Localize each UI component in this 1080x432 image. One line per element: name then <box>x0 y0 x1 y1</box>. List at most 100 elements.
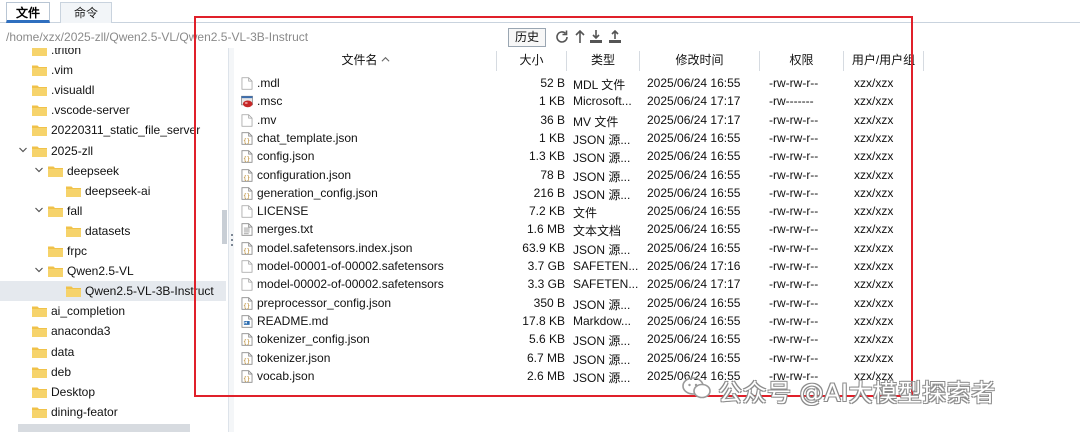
tree-item[interactable]: 2025-zll <box>0 141 226 161</box>
column-header[interactable]: 大小 <box>497 51 567 71</box>
file-row[interactable]: .mdl 52 B MDL 文件 2025/06/24 16:55 -rw-rw-r--… <box>235 74 925 92</box>
tree-item[interactable]: ai_completion <box>0 301 226 321</box>
tree-item[interactable]: data <box>0 342 226 362</box>
upload-icon[interactable] <box>607 29 623 45</box>
file-row[interactable]: model-00002-of-00002.safetensors 3.3 GB SA… <box>235 275 925 293</box>
json-file-icon: {} <box>241 351 253 365</box>
tree-item[interactable]: deb <box>0 362 226 382</box>
tree-item[interactable]: .triton <box>0 48 226 60</box>
file-size-cell: 3.7 GB <box>527 259 565 273</box>
file-row[interactable]: {} preprocessor_config.json 350 B JSON 源...… <box>235 294 925 312</box>
blank-file-icon <box>241 278 253 291</box>
file-name-cell: configuration.json <box>257 167 352 182</box>
file-row[interactable]: {} config.json 1.3 KB JSON 源... 2025/06/24 1… <box>235 147 925 165</box>
tab-commands[interactable]: 命令 <box>60 2 112 23</box>
file-row[interactable]: {} generation_config.json 216 B JSON 源... 20… <box>235 184 925 202</box>
tree-item-label: data <box>51 344 75 359</box>
path-input[interactable]: /home/xzx/2025-zll/Qwen2.5-VL/Qwen2.5-VL… <box>6 30 308 44</box>
wechat-logo-icon <box>682 377 711 399</box>
tree-item[interactable]: datasets <box>0 221 226 241</box>
file-row[interactable]: {} chat_template.json 1 KB JSON 源... 2025/06… <box>235 129 925 147</box>
file-row[interactable]: {} configuration.json 78 B JSON 源... 2025/06… <box>235 166 925 184</box>
pane-splitter[interactable] <box>228 48 234 432</box>
tree-item[interactable]: Desktop <box>0 382 226 402</box>
chevron-down-icon[interactable] <box>34 205 44 215</box>
file-size-cell: 1 KB <box>538 130 565 145</box>
column-header[interactable]: 用户/用户组 <box>844 51 924 71</box>
chevron-down-icon[interactable] <box>18 145 28 155</box>
file-perm-cell: -rw-rw-r-- <box>769 112 819 127</box>
file-row[interactable]: {} tokenizer.json 6.7 MB JSON 源... 2025/06/2… <box>235 349 925 367</box>
tree-item-label: deepseek-ai <box>85 183 151 198</box>
file-row[interactable]: .msc 1 KB Microsoft... 2025/06/24 17:17 -rw-… <box>235 92 925 110</box>
file-name-cell: config.json <box>257 149 315 164</box>
folder-icon <box>32 387 47 398</box>
file-type-cell: SAFETEN... <box>573 277 638 292</box>
file-owner-cell: xzx/xzx <box>854 149 894 164</box>
column-header[interactable]: 权限 <box>760 51 844 71</box>
file-perm-cell: -rw-rw-r-- <box>769 204 819 219</box>
svg-text:{}: {} <box>243 138 250 144</box>
json-file-icon: {} <box>241 187 253 200</box>
tree-item[interactable]: deepseek <box>0 161 226 181</box>
folder-icon <box>48 266 63 278</box>
json-file-icon: {} <box>241 132 253 145</box>
column-header[interactable]: 类型 <box>567 51 640 71</box>
svg-text:{}: {} <box>243 358 250 364</box>
folder-icon <box>48 206 63 217</box>
tree-item-label: ai_completion <box>51 304 126 319</box>
file-owner-cell: xzx/xzx <box>854 350 894 365</box>
history-button[interactable]: 历史 <box>508 28 546 47</box>
file-owner-cell: xzx/xzx <box>854 313 894 328</box>
tree-item[interactable]: .visualdl <box>0 80 226 100</box>
tree-item[interactable]: .vscode-server <box>0 100 226 120</box>
tree-item[interactable]: Qwen2.5-VL-3B-Instruct <box>0 281 226 302</box>
tree-item[interactable]: 20220311_static_file_server <box>0 120 226 140</box>
folder-icon <box>32 48 47 56</box>
file-owner-cell: xzx/xzx <box>854 76 894 90</box>
chevron-down-icon[interactable] <box>34 165 44 175</box>
up-icon[interactable] <box>572 29 588 45</box>
tree-item[interactable]: Qwen2.5-VL <box>0 261 226 281</box>
tree-item-label: anaconda3 <box>51 324 111 339</box>
tree-vertical-scrollbar[interactable] <box>222 210 227 244</box>
file-row[interactable]: {} model.safetensors.index.json 63.9 KB JSO… <box>235 239 925 257</box>
file-row[interactable]: merges.txt 1.6 MB 文本文档 2025/06/24 16:55 -rw-… <box>235 220 925 238</box>
tree-item[interactable]: fall <box>0 201 226 221</box>
tree-item[interactable]: frpc <box>0 241 226 261</box>
file-type-cell: JSON 源... <box>573 151 631 166</box>
tree-item-label: Qwen2.5-VL <box>67 264 134 279</box>
file-row[interactable]: model-00001-of-00002.safetensors 3.7 GB SA… <box>235 257 925 275</box>
file-type-cell: JSON 源... <box>573 334 631 349</box>
file-row[interactable]: README.md 17.8 KB Markdow... 2025/06/24 16:… <box>235 312 925 330</box>
file-size-cell: 36 B <box>540 112 565 127</box>
column-header[interactable]: 文件名 <box>235 51 497 71</box>
file-modified-cell: 2025/06/24 17:16 <box>647 259 741 273</box>
file-row[interactable]: .mv 36 B MV 文件 2025/06/24 17:17 -rw-rw-r-- xz… <box>235 111 925 129</box>
file-name-cell: .mdl <box>257 76 280 90</box>
chevron-down-icon[interactable] <box>34 265 44 275</box>
file-type-cell: JSON 源... <box>573 297 631 312</box>
column-header[interactable]: 修改时间 <box>640 51 760 71</box>
file-size-cell: 17.8 KB <box>522 313 565 328</box>
tab-files[interactable]: 文件 <box>6 2 50 23</box>
file-size-cell: 6.7 MB <box>526 350 565 365</box>
file-modified-cell: 2025/06/24 16:55 <box>647 130 741 145</box>
folder-icon <box>32 347 47 358</box>
file-row[interactable]: LICENSE 7.2 KB 文件 2025/06/24 16:55 -rw-rw-r-… <box>235 202 925 220</box>
folder-icon <box>48 166 63 177</box>
tree-item[interactable]: deepseek-ai <box>0 181 226 201</box>
file-perm-cell: -rw-rw-r-- <box>769 295 819 310</box>
tree-item[interactable]: anaconda3 <box>0 321 226 341</box>
tree-item-label: 2025-zll <box>51 143 94 158</box>
download-icon[interactable] <box>588 29 604 45</box>
file-name-cell: model-00001-of-00002.safetensors <box>257 259 444 273</box>
tree-item[interactable]: dining-feator <box>0 402 226 422</box>
file-row[interactable]: {} tokenizer_config.json 5.6 KB JSON 源... 20… <box>235 330 925 348</box>
tree-item[interactable]: .vim <box>0 60 226 80</box>
file-perm-cell: -rw-rw-r-- <box>769 185 819 200</box>
refresh-icon[interactable] <box>554 29 570 45</box>
column-header-label: 类型 <box>590 53 615 67</box>
tree-horizontal-scrollbar[interactable] <box>18 424 190 432</box>
file-perm-cell: -rw-rw-r-- <box>769 259 819 273</box>
